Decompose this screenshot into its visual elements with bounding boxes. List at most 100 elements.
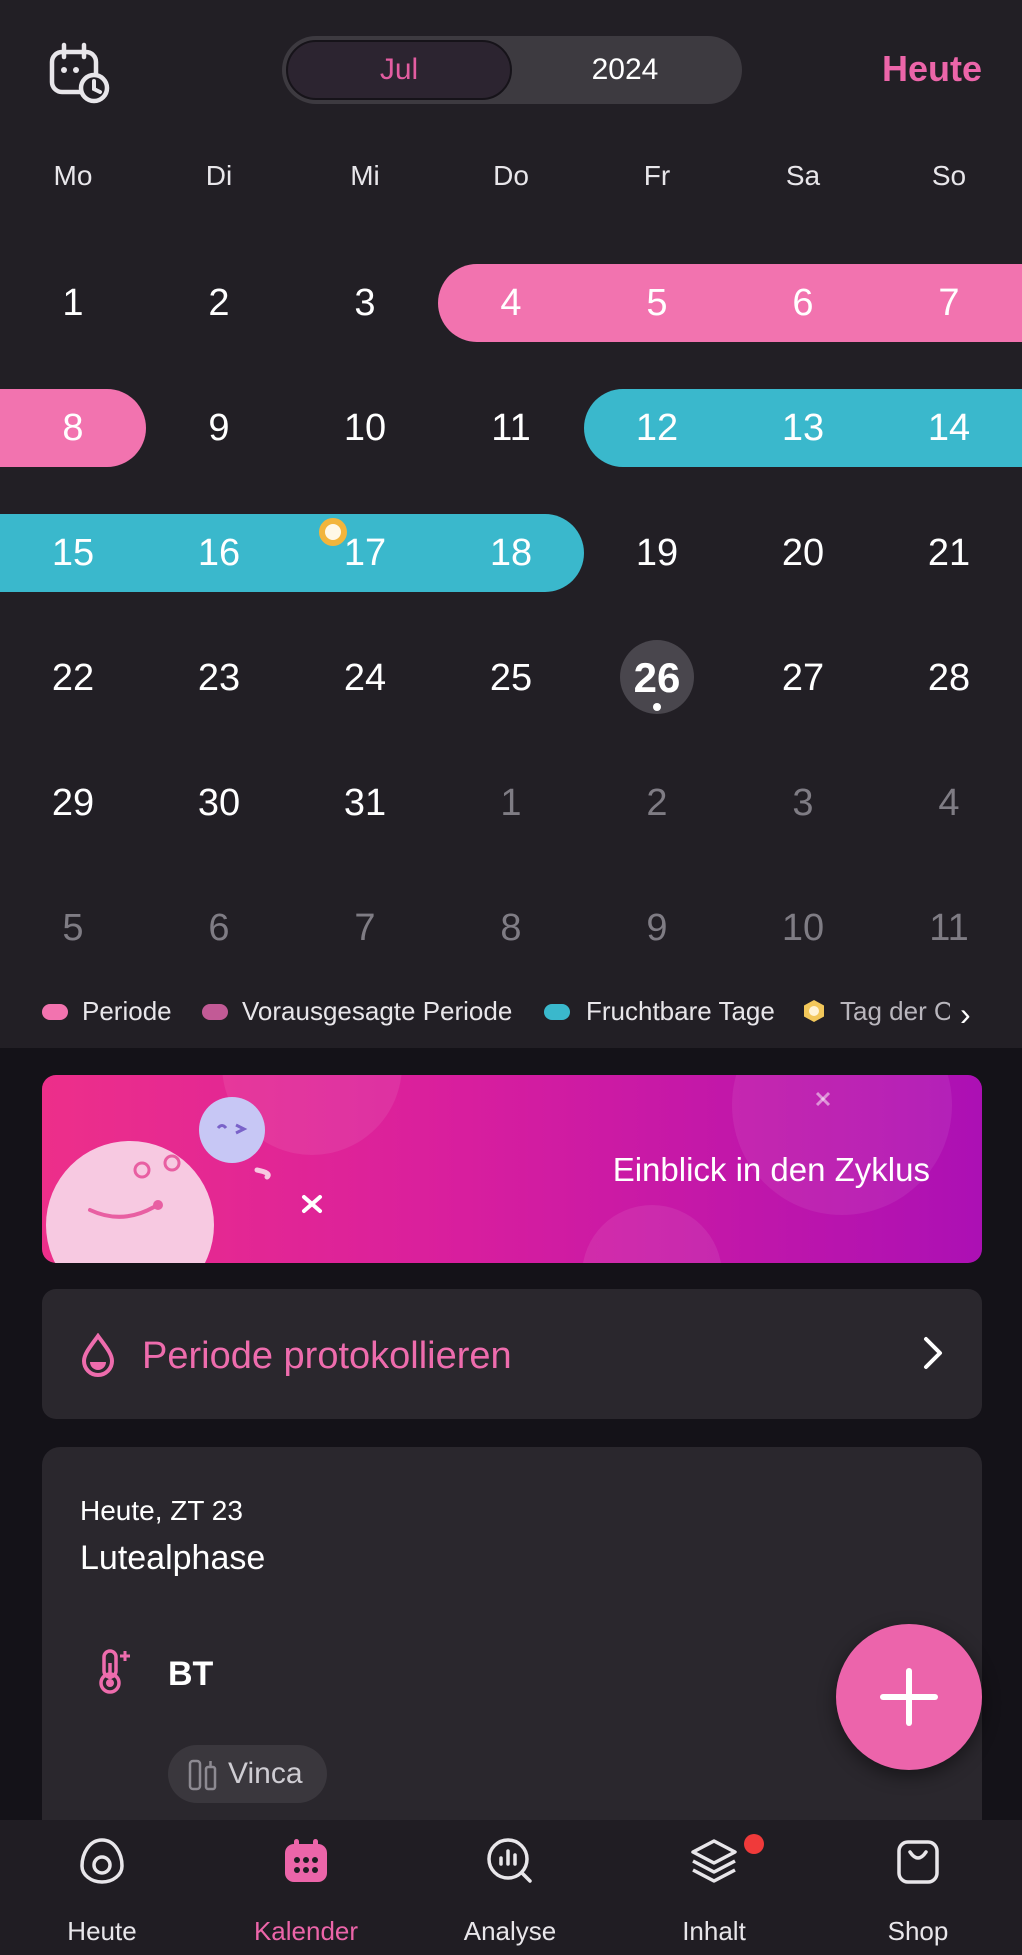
calendar-day[interactable]: 6 <box>730 264 876 342</box>
calendar-day[interactable]: 2 <box>146 264 292 342</box>
calendar-day-next-month[interactable]: 10 <box>730 889 876 967</box>
calendar-day[interactable]: 8 <box>0 389 146 467</box>
fertile-swatch <box>544 1004 570 1020</box>
ovulation-marker-icon <box>319 518 347 546</box>
calendar-day[interactable]: 31 <box>292 764 438 842</box>
bt-label[interactable]: BT <box>168 1655 213 1694</box>
calendar-day-next-month[interactable]: 3 <box>730 764 876 842</box>
shopping-bag-icon <box>897 1840 939 1884</box>
nav-label: Kalender <box>253 1916 359 1946</box>
calendar-day[interactable]: 13 <box>730 389 876 467</box>
calendar-day-next-month[interactable]: 4 <box>876 764 1022 842</box>
calendar-day-next-month[interactable]: 5 <box>0 889 146 967</box>
calendar-legend[interactable]: Periode Vorausgesagte Periode Fruchtbare… <box>0 996 1022 1036</box>
banner-title: Einblick in den Zyklus <box>612 1151 930 1188</box>
nav-label: Shop <box>887 1916 949 1946</box>
add-button[interactable] <box>836 1624 982 1770</box>
calendar-day[interactable]: 28 <box>876 639 1022 717</box>
weekday-label: So <box>931 160 967 191</box>
nav-item-analyse[interactable]: Analyse <box>408 1820 612 1955</box>
calendar-day[interactable]: 17 <box>292 514 438 592</box>
cycle-info-card: Heute, ZT 23 Lutealphase BT Vinca <box>42 1447 982 1827</box>
nav-item-heute[interactable]: Heute <box>0 1820 204 1955</box>
weekday-label: Sa <box>785 160 821 191</box>
calendar-day[interactable]: 11 <box>438 389 584 467</box>
nav-item-inhalt[interactable]: Inhalt <box>612 1820 816 1955</box>
calendar-day[interactable]: 7 <box>876 264 1022 342</box>
period-swatch <box>42 1004 68 1020</box>
calendar-day[interactable]: 22 <box>0 639 146 717</box>
weekday-label: Mi <box>350 160 380 191</box>
calendar-day[interactable]: 18 <box>438 514 584 592</box>
cycle-phase-label: Lutealphase <box>80 1539 266 1577</box>
calendar-day[interactable]: 12 <box>584 389 730 467</box>
legend-period-label: Periode <box>82 996 172 1026</box>
calendar-day[interactable]: 14 <box>876 389 1022 467</box>
thermometer-icon[interactable] <box>98 1647 134 1695</box>
calendar-day[interactable]: 16 <box>146 514 292 592</box>
calendar-day-today[interactable]: 26 <box>584 639 730 717</box>
calendar-day[interactable]: 15 <box>0 514 146 592</box>
calendar-day[interactable]: 9 <box>146 389 292 467</box>
calendar-day[interactable]: 1 <box>0 264 146 342</box>
calendar-day[interactable]: 4 <box>438 264 584 342</box>
vinca-label: Vinca <box>228 1757 303 1790</box>
chevron-right-icon <box>924 1337 942 1369</box>
nav-label: Analyse <box>463 1916 557 1946</box>
calendar-day-next-month[interactable]: 11 <box>876 889 1022 967</box>
calendar-day[interactable]: 19 <box>584 514 730 592</box>
log-period-button[interactable]: Periode protokollieren <box>42 1289 982 1419</box>
weekday-label: Mo <box>53 160 93 191</box>
year-selector[interactable]: 2024 <box>512 40 738 100</box>
weekday-label: Fr <box>643 160 671 191</box>
calendar-day-next-month[interactable]: 7 <box>292 889 438 967</box>
month-selector[interactable]: Jul <box>286 40 512 100</box>
notification-badge <box>744 1834 764 1854</box>
predicted-period-swatch <box>202 1004 228 1020</box>
calendar-day[interactable]: 25 <box>438 639 584 717</box>
log-period-label: Periode protokollieren <box>142 1335 512 1377</box>
calendar-clock-icon[interactable] <box>46 40 110 104</box>
weekday-label: Do <box>493 160 529 191</box>
calendar-day[interactable]: 24 <box>292 639 438 717</box>
calendar-day-next-month[interactable]: 9 <box>584 889 730 967</box>
drop-icon <box>81 1333 115 1377</box>
analysis-icon <box>487 1838 532 1883</box>
calendar-day-next-month[interactable]: 6 <box>146 889 292 967</box>
calendar-day[interactable]: 29 <box>0 764 146 842</box>
vinca-device-chip[interactable]: Vinca <box>168 1745 327 1803</box>
legend-ovulation-label: Tag der Ov <box>840 996 950 1026</box>
layers-icon <box>691 1839 737 1883</box>
egg-icon <box>80 1838 124 1884</box>
legend-fertile-label: Fruchtbare Tage <box>586 996 775 1026</box>
bottom-navigation: Heute Kalender Analyse Inhalt Shop <box>0 1820 1022 1955</box>
calendar-day[interactable]: 27 <box>730 639 876 717</box>
calendar-day[interactable]: 30 <box>146 764 292 842</box>
vinca-device-icon <box>188 1759 217 1791</box>
calendar-icon <box>285 1839 327 1882</box>
calendar-day[interactable]: 10 <box>292 389 438 467</box>
plus-icon <box>880 1668 938 1726</box>
weekday-header: Mo Di Mi Do Fr Sa So <box>0 160 1022 208</box>
nav-label: Inhalt <box>682 1916 746 1946</box>
ovulation-legend-icon <box>804 1000 824 1022</box>
chevron-right-icon[interactable]: › <box>960 996 971 1033</box>
nav-item-kalender[interactable]: Kalender <box>204 1820 408 1955</box>
calendar-day[interactable]: 21 <box>876 514 1022 592</box>
nav-label: Heute <box>67 1916 137 1946</box>
calendar-day[interactable]: 5 <box>584 264 730 342</box>
calendar-day[interactable]: 23 <box>146 639 292 717</box>
nav-item-shop[interactable]: Shop <box>816 1820 1020 1955</box>
month-year-toggle: Jul 2024 <box>282 36 742 104</box>
cycle-insight-banner[interactable]: Einblick in den Zyklus <box>42 1075 982 1263</box>
calendar-day-next-month[interactable]: 1 <box>438 764 584 842</box>
today-button[interactable]: Heute <box>882 48 982 90</box>
calendar-area: Jul 2024 Heute Mo Di Mi Do Fr Sa So 1 2 … <box>0 0 1022 1048</box>
cycle-day-label: Heute, ZT 23 <box>80 1495 243 1526</box>
calendar-day[interactable]: 3 <box>292 264 438 342</box>
calendar-day-next-month[interactable]: 8 <box>438 889 584 967</box>
legend-predicted-label: Vorausgesagte Periode <box>242 996 513 1026</box>
calendar-day-next-month[interactable]: 2 <box>584 764 730 842</box>
weekday-label: Di <box>205 160 233 191</box>
calendar-day[interactable]: 20 <box>730 514 876 592</box>
